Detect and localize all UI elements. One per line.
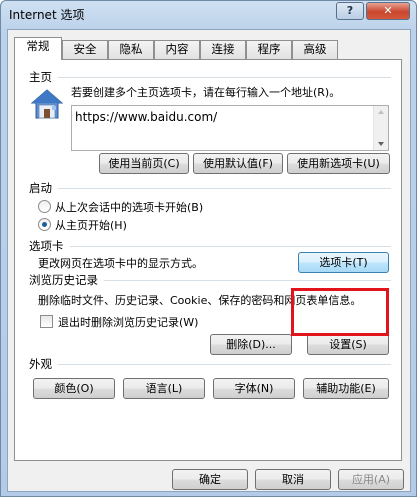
house-icon [29, 86, 65, 122]
startup-last-session-label[interactable]: 从上次会话中的选项卡开始(B) [55, 199, 203, 215]
general-tab-panel: 主页 若要创建多个主页选项卡，请在每行输入一个地址(R)。 https://ww… [14, 59, 402, 461]
scroll-down-icon[interactable] [378, 142, 384, 146]
history-section-header: 浏览历史记录 [29, 272, 391, 288]
use-default-button[interactable]: 使用默认值(F) [193, 153, 283, 174]
history-settings-button[interactable]: 设置(S) [307, 334, 389, 355]
homepage-heading: 主页 [29, 70, 52, 84]
tab-privacy[interactable]: 隐私 [108, 40, 154, 59]
tab-content[interactable]: 内容 [154, 40, 200, 59]
delete-history-on-exit-label[interactable]: 退出时删除浏览历史记录(W) [58, 314, 198, 330]
use-new-tab-button[interactable]: 使用新选项卡(U) [287, 153, 390, 174]
tab-programs[interactable]: 程序 [246, 40, 292, 59]
homepage-section-header: 主页 [29, 69, 391, 85]
window-title: Internet 选项 [9, 8, 85, 22]
tabs-heading: 选项卡 [29, 239, 64, 253]
scroll-up-icon[interactable] [378, 110, 384, 114]
ok-button[interactable]: 确定 [172, 469, 248, 490]
accessibility-button[interactable]: 辅助功能(E) [303, 378, 389, 399]
startup-home-radio[interactable] [38, 218, 51, 231]
homepage-url-text: https://www.baidu.com/ [75, 110, 218, 124]
internet-options-dialog: Internet 选项 ? ✕ 常规 安全 隐私 内容 连接 程序 高级 主页 [0, 0, 417, 497]
delete-history-button[interactable]: 删除(D)... [210, 334, 292, 355]
appearance-heading: 外观 [29, 357, 52, 371]
tabs-settings-button[interactable]: 选项卡(T) [298, 252, 389, 273]
settings-highlight-box [291, 288, 389, 336]
delete-history-on-exit-checkbox[interactable] [40, 315, 53, 328]
startup-heading: 启动 [29, 181, 52, 195]
languages-button[interactable]: 语言(L) [123, 378, 205, 399]
close-button[interactable]: ✕ [366, 2, 410, 20]
homepage-url-input[interactable]: https://www.baidu.com/ [71, 105, 389, 151]
title-bar[interactable]: Internet 选项 ? ✕ [1, 1, 416, 29]
startup-home-label[interactable]: 从主页开始(H) [55, 217, 127, 233]
tab-advanced[interactable]: 高级 [292, 40, 338, 59]
help-button[interactable]: ? [336, 2, 364, 20]
homepage-url-scrollbar[interactable] [373, 106, 388, 150]
appearance-section-header: 外观 [29, 356, 391, 372]
apply-button[interactable]: 应用(A) [338, 469, 404, 490]
fonts-button[interactable]: 字体(N) [213, 378, 295, 399]
tab-general[interactable]: 常规 [14, 37, 62, 60]
cancel-button[interactable]: 取消 [255, 469, 331, 490]
startup-last-session-radio[interactable] [38, 200, 51, 213]
history-heading: 浏览历史记录 [29, 273, 98, 287]
homepage-description: 若要创建多个主页选项卡，请在每行输入一个地址(R)。 [71, 86, 341, 99]
colors-button[interactable]: 颜色(O) [33, 378, 115, 399]
dialog-client-area: 常规 安全 隐私 内容 连接 程序 高级 主页 若要创建多个主页选项卡，请在每行… [7, 29, 411, 492]
use-current-page-button[interactable]: 使用当前页(C) [99, 153, 189, 174]
startup-section-header: 启动 [29, 180, 391, 196]
tab-security[interactable]: 安全 [62, 40, 108, 59]
tabs-description: 更改网页在选项卡中的显示方式。 [38, 257, 203, 270]
tab-connections[interactable]: 连接 [200, 40, 246, 59]
